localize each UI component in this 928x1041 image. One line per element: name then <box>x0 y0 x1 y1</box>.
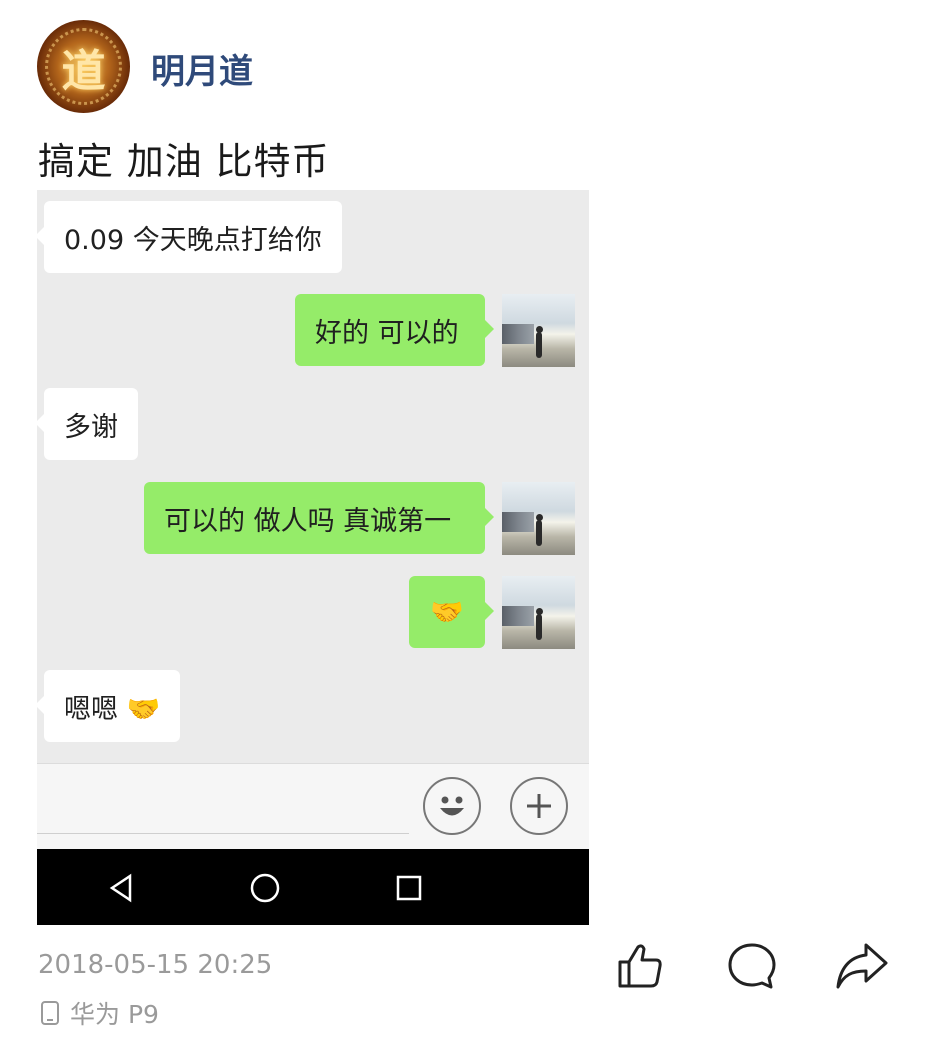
back-triangle-icon[interactable] <box>101 868 141 908</box>
message-input[interactable] <box>37 833 409 834</box>
post-author-name[interactable]: 明月道 <box>151 44 253 93</box>
android-nav-bar <box>37 849 589 925</box>
phone-icon <box>41 1001 59 1025</box>
chat-input-bar <box>37 763 589 849</box>
chat-message-outgoing: 可以的 做人吗 真诚第一 <box>144 482 494 554</box>
chat-message-incoming: 嗯嗯 🤝 <box>37 670 181 742</box>
my-avatar <box>502 294 575 367</box>
post-text: 搞定 加油 比特币 <box>38 140 330 183</box>
avatar-logo-glyph: 道 <box>61 45 106 97</box>
chat-message-incoming: 多谢 <box>37 388 138 460</box>
chat-message-incoming: 0.09 今天晚点打给你 <box>37 201 342 273</box>
like-icon[interactable] <box>612 938 668 994</box>
device-name: 华为 P9 <box>70 1000 159 1029</box>
emoji-icon[interactable] <box>423 777 481 835</box>
chat-message-handshake: 🤝 <box>409 576 494 648</box>
plus-icon[interactable] <box>510 777 568 835</box>
home-circle-icon[interactable] <box>245 868 285 908</box>
my-avatar <box>502 576 575 649</box>
my-avatar <box>502 482 575 555</box>
post-author-avatar[interactable]: 道 <box>37 20 130 113</box>
chat-screenshot[interactable]: 0.09 今天晚点打给你 好的 可以的 多谢 可以的 做人吗 真诚第一 🤝 嗯嗯… <box>37 190 589 925</box>
post-device: 华为 P9 <box>40 995 159 1031</box>
chat-message-outgoing: 好的 可以的 <box>295 294 494 366</box>
share-icon[interactable] <box>834 938 890 994</box>
comment-icon[interactable] <box>724 938 780 994</box>
post-timestamp: 2018-05-15 20:25 <box>38 950 273 980</box>
recents-square-icon[interactable] <box>389 868 429 908</box>
